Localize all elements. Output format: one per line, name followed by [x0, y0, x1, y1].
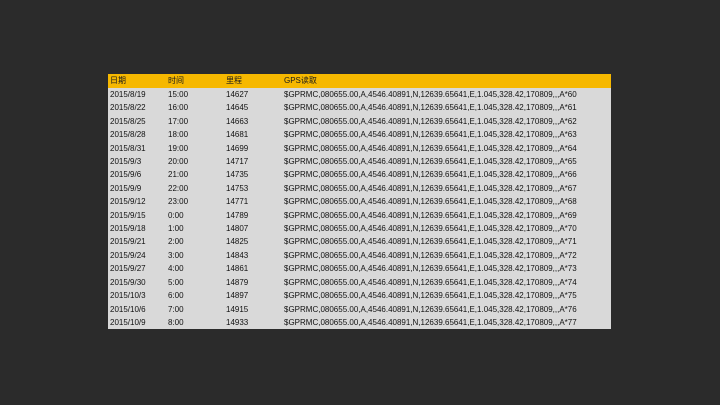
table-row: 2015/10/9 8:00 14933 $GPRMC,080655.00,A,454… — [108, 315, 611, 330]
cell-date: 2015/9/12 — [108, 195, 166, 209]
cell-time: 4:00 — [166, 262, 224, 276]
cell-date: 2015/10/9 — [108, 315, 166, 330]
table-row: 2015/10/6 7:00 14915 $GPRMC,080655.00,A,454… — [108, 302, 611, 316]
cell-time: 7:00 — [166, 302, 224, 316]
cell-time: 16:00 — [166, 101, 224, 115]
cell-mileage: 14789 — [224, 208, 282, 223]
table-row: 2015/8/25 17:00 14663 $GPRMC,080655.00,A,45… — [108, 114, 611, 129]
cell-date: 2015/9/27 — [108, 262, 166, 276]
table-row: 2015/8/31 19:00 14699 $GPRMC,080655.00,A,45… — [108, 141, 611, 156]
cell-gps: $GPRMC,080655.00,A,4546.40891,N,12639.65… — [282, 141, 611, 156]
cell-gps: $GPRMC,080655.00,A,4546.40891,N,12639.65… — [282, 248, 611, 263]
cell-time: 6:00 — [166, 289, 224, 303]
slide-canvas: 日期 时间 里程 GPS读取 2015/8/19 15:00 14627 $GPRMC… — [0, 0, 720, 405]
header-date: 日期 — [108, 74, 166, 88]
cell-date: 2015/9/30 — [108, 275, 166, 290]
cell-gps: $GPRMC,080655.00,A,4546.40891,N,12639.65… — [282, 88, 611, 102]
cell-date: 2015/9/24 — [108, 248, 166, 263]
header-time: 时间 — [166, 74, 224, 88]
cell-time: 22:00 — [166, 181, 224, 196]
cell-gps: $GPRMC,080655.00,A,4546.40891,N,12639.65… — [282, 208, 611, 223]
table-header: 日期 时间 里程 GPS读取 — [108, 74, 611, 88]
cell-mileage: 14663 — [224, 114, 282, 129]
cell-gps: $GPRMC,080655.00,A,4546.40891,N,12639.65… — [282, 275, 611, 290]
cell-date: 2015/8/22 — [108, 101, 166, 115]
table-row: 2015/8/19 15:00 14627 $GPRMC,080655.00,A,45… — [108, 88, 611, 102]
cell-gps: $GPRMC,080655.00,A,4546.40891,N,12639.65… — [282, 195, 611, 209]
table-row: 2015/9/3 20:00 14717 $GPRMC,080655.00,A,454… — [108, 155, 611, 169]
header-row: 日期 时间 里程 GPS读取 — [108, 74, 611, 88]
cell-mileage: 14861 — [224, 262, 282, 276]
cell-mileage: 14807 — [224, 222, 282, 236]
cell-mileage: 14915 — [224, 302, 282, 316]
table-row: 2015/9/15 0:00 14789 $GPRMC,080655.00,A,454… — [108, 208, 611, 223]
cell-time: 23:00 — [166, 195, 224, 209]
table-row: 2015/9/24 3:00 14843 $GPRMC,080655.00,A,454… — [108, 248, 611, 263]
gps-log-table: 日期 时间 里程 GPS读取 2015/8/19 15:00 14627 $GPRMC… — [108, 74, 611, 330]
cell-time: 21:00 — [166, 168, 224, 182]
header-mileage: 里程 — [224, 74, 282, 88]
cell-time: 5:00 — [166, 275, 224, 290]
table-row: 2015/10/3 6:00 14897 $GPRMC,080655.00,A,454… — [108, 289, 611, 303]
cell-date: 2015/9/15 — [108, 208, 166, 223]
cell-mileage: 14645 — [224, 101, 282, 115]
cell-time: 20:00 — [166, 155, 224, 169]
cell-date: 2015/10/6 — [108, 302, 166, 316]
cell-mileage: 14735 — [224, 168, 282, 182]
table-row: 2015/9/6 21:00 14735 $GPRMC,080655.00,A,454… — [108, 168, 611, 182]
table-row: 2015/9/21 2:00 14825 $GPRMC,080655.00,A,454… — [108, 235, 611, 249]
cell-gps: $GPRMC,080655.00,A,4546.40891,N,12639.65… — [282, 315, 611, 330]
table-row: 2015/9/18 1:00 14807 $GPRMC,080655.00,A,454… — [108, 222, 611, 236]
cell-time: 0:00 — [166, 208, 224, 223]
cell-mileage: 14933 — [224, 315, 282, 330]
cell-date: 2015/8/31 — [108, 141, 166, 156]
cell-gps: $GPRMC,080655.00,A,4546.40891,N,12639.65… — [282, 222, 611, 236]
cell-mileage: 14681 — [224, 128, 282, 142]
cell-date: 2015/8/19 — [108, 88, 166, 102]
cell-time: 15:00 — [166, 88, 224, 102]
cell-mileage: 14771 — [224, 195, 282, 209]
cell-gps: $GPRMC,080655.00,A,4546.40891,N,12639.65… — [282, 155, 611, 169]
cell-mileage: 14843 — [224, 248, 282, 263]
cell-time: 19:00 — [166, 141, 224, 156]
table-row: 2015/8/28 18:00 14681 $GPRMC,080655.00,A,45… — [108, 128, 611, 142]
cell-mileage: 14717 — [224, 155, 282, 169]
cell-date: 2015/9/21 — [108, 235, 166, 249]
cell-mileage: 14825 — [224, 235, 282, 249]
cell-gps: $GPRMC,080655.00,A,4546.40891,N,12639.65… — [282, 181, 611, 196]
cell-gps: $GPRMC,080655.00,A,4546.40891,N,12639.65… — [282, 128, 611, 142]
cell-time: 17:00 — [166, 114, 224, 129]
cell-mileage: 14627 — [224, 88, 282, 102]
table-row: 2015/9/27 4:00 14861 $GPRMC,080655.00,A,454… — [108, 262, 611, 276]
cell-date: 2015/10/3 — [108, 289, 166, 303]
table-body: 2015/8/19 15:00 14627 $GPRMC,080655.00,A,45… — [108, 88, 611, 330]
cell-gps: $GPRMC,080655.00,A,4546.40891,N,12639.65… — [282, 289, 611, 303]
table-row: 2015/8/22 16:00 14645 $GPRMC,080655.00,A,45… — [108, 101, 611, 115]
cell-gps: $GPRMC,080655.00,A,4546.40891,N,12639.65… — [282, 114, 611, 129]
cell-gps: $GPRMC,080655.00,A,4546.40891,N,12639.65… — [282, 101, 611, 115]
cell-mileage: 14753 — [224, 181, 282, 196]
cell-date: 2015/9/3 — [108, 155, 166, 169]
cell-time: 18:00 — [166, 128, 224, 142]
cell-gps: $GPRMC,080655.00,A,4546.40891,N,12639.65… — [282, 302, 611, 316]
cell-date: 2015/8/28 — [108, 128, 166, 142]
cell-date: 2015/9/9 — [108, 181, 166, 196]
table-row: 2015/9/12 23:00 14771 $GPRMC,080655.00,A,45… — [108, 195, 611, 209]
cell-mileage: 14699 — [224, 141, 282, 156]
cell-mileage: 14897 — [224, 289, 282, 303]
cell-gps: $GPRMC,080655.00,A,4546.40891,N,12639.65… — [282, 262, 611, 276]
cell-gps: $GPRMC,080655.00,A,4546.40891,N,12639.65… — [282, 168, 611, 182]
cell-gps: $GPRMC,080655.00,A,4546.40891,N,12639.65… — [282, 235, 611, 249]
cell-mileage: 14879 — [224, 275, 282, 290]
cell-time: 1:00 — [166, 222, 224, 236]
table-row: 2015/9/30 5:00 14879 $GPRMC,080655.00,A,454… — [108, 275, 611, 290]
table-row: 2015/9/9 22:00 14753 $GPRMC,080655.00,A,454… — [108, 181, 611, 196]
cell-date: 2015/8/25 — [108, 114, 166, 129]
cell-time: 2:00 — [166, 235, 224, 249]
cell-time: 3:00 — [166, 248, 224, 263]
header-gps: GPS读取 — [282, 74, 611, 88]
cell-date: 2015/9/18 — [108, 222, 166, 236]
cell-date: 2015/9/6 — [108, 168, 166, 182]
cell-time: 8:00 — [166, 315, 224, 330]
